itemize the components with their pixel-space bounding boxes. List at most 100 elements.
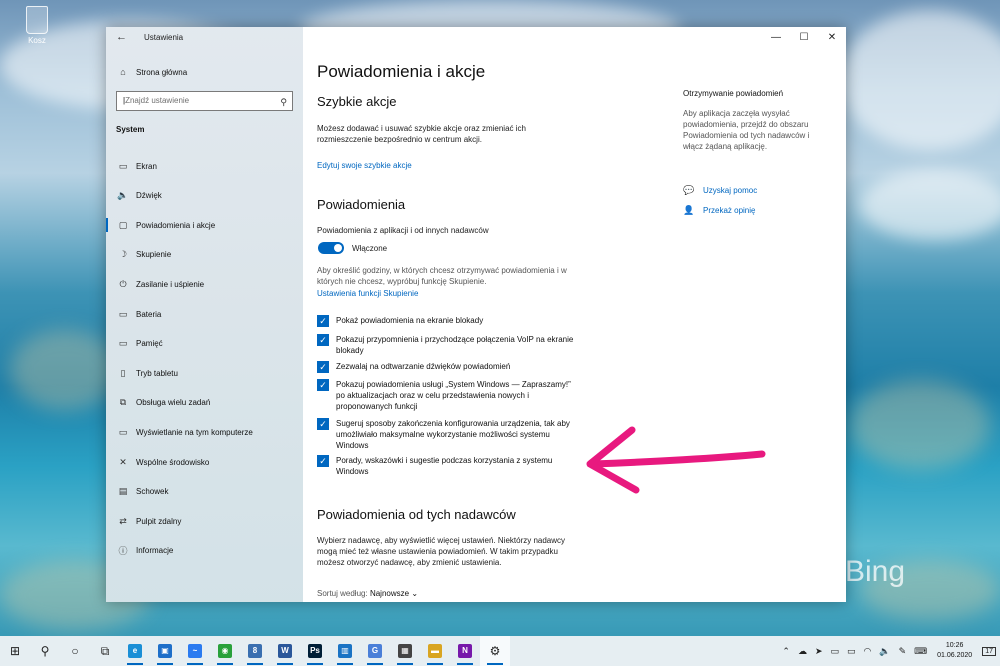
checkbox-label-6: Porady, wskazówki i sugestie podczas kor…: [336, 455, 606, 477]
get-help-link[interactable]: 💬 Uzyskaj pomoc: [683, 185, 757, 196]
related-text-2: powiadomienia, przejdź do obszaru: [683, 120, 809, 129]
monitor-icon: ▭: [118, 160, 128, 171]
taskbar-settings-button[interactable]: ⚙: [480, 636, 510, 666]
checkbox-3[interactable]: ✓: [317, 361, 329, 373]
sidebar-item-11[interactable]: ✕ Wspólne środowisko: [106, 451, 303, 473]
phone-icon: 8: [248, 644, 262, 658]
taskbar-phone-button[interactable]: 8: [240, 636, 270, 666]
sidebar-item-13[interactable]: ⇄ Pulpit zdalny: [106, 510, 303, 532]
taskbar-task-view-button[interactable]: ⧉: [90, 636, 120, 666]
taskbar-photoshop-button[interactable]: Ps: [300, 636, 330, 666]
photoshop-icon: Ps: [308, 644, 322, 658]
telegram-icon[interactable]: ➤: [815, 646, 823, 657]
checkbox-6[interactable]: ✓: [317, 455, 329, 467]
settings-icon: ⚙: [489, 644, 501, 658]
tablet-icon: ▯: [120, 367, 126, 378]
chevron-down-icon: ⌄: [411, 589, 419, 598]
taskbar-onenote-button[interactable]: N: [450, 636, 480, 666]
explorer-icon: ▬: [428, 644, 442, 658]
recycle-bin-desktop-icon[interactable]: Kosz: [20, 6, 54, 45]
taskbar-planner-button[interactable]: ▥: [330, 636, 360, 666]
sidebar-item-14[interactable]: ⓘ Informacje: [106, 540, 303, 562]
focus-assist-text-2: których nie chcesz, wypróbuj funkcję Sku…: [317, 277, 487, 286]
sidebar-item-8[interactable]: ▯ Tryb tabletu: [106, 362, 303, 384]
checkbox-label-line: umożliwiało maksymalne wykorzystanie moż…: [336, 430, 550, 439]
sort-label-text: Sortuj według:: [317, 589, 368, 598]
recycle-bin-label: Kosz: [28, 36, 46, 45]
checkbox-5[interactable]: ✓: [317, 418, 329, 430]
sidebar-item-7[interactable]: ▭ Pamięć: [106, 333, 303, 355]
taskbar-cortana-button[interactable]: ○: [60, 636, 90, 666]
volume-icon[interactable]: 🔈: [879, 646, 890, 657]
clock-time: 10:26: [945, 642, 964, 649]
sidebar-item-5[interactable]: ⏻ Zasilanie i uśpienie: [106, 273, 303, 295]
sidebar-item-label: Strona główna: [136, 67, 188, 77]
running-indicator: [157, 663, 173, 665]
back-arrow-icon[interactable]: ←: [116, 31, 127, 43]
keyboard-icon[interactable]: ⌨: [914, 646, 927, 657]
sidebar-item-label: Wyświetlanie na tym komputerze: [136, 427, 253, 437]
edge-icon: e: [128, 644, 142, 658]
taskbar-calculator-button[interactable]: ▦: [390, 636, 420, 666]
sidebar-item-9[interactable]: ⧉ Obsługa wielu zadań: [106, 392, 303, 414]
taskbar-chrome-button[interactable]: ◉: [210, 636, 240, 666]
word-icon: W: [278, 644, 292, 658]
checkbox-4[interactable]: ✓: [317, 379, 329, 391]
sidebar-item-10[interactable]: ▭ Wyświetlanie na tym komputerze: [106, 421, 303, 443]
notification-icon: ▢: [118, 219, 128, 230]
checkbox-2[interactable]: ✓: [317, 334, 329, 346]
search-icon[interactable]: ⚲: [280, 93, 287, 111]
sidebar-item-2[interactable]: 🔈 Dźwięk: [106, 185, 303, 207]
onedrive-icon[interactable]: ☁: [798, 646, 807, 657]
taskbar-word-button[interactable]: W: [270, 636, 300, 666]
checkbox-label-5: Sugeruj sposoby zakończenia konfigurowan…: [336, 418, 606, 451]
checkbox-1[interactable]: ✓: [317, 315, 329, 327]
wifi-icon[interactable]: ◠: [864, 646, 872, 657]
sidebar-section-title: System: [116, 125, 145, 134]
chevron-up-icon[interactable]: ⌃: [782, 646, 790, 657]
checkbox-label-line: po aktualizacjach oraz w celu przedstawi…: [336, 391, 529, 400]
sidebar-item-4[interactable]: ☽ Skupienie: [106, 244, 303, 266]
sidebar-item-12[interactable]: ▤ Schowek: [106, 481, 303, 503]
notifications-toggle[interactable]: [318, 242, 344, 254]
checkbox-label-1: Pokaż powiadomienia na ekranie blokady: [336, 315, 606, 326]
taskbar-search-button[interactable]: ⚲: [30, 636, 60, 666]
taskbar-photos-button[interactable]: ▣: [150, 636, 180, 666]
action-center-icon[interactable]: 17: [982, 646, 996, 656]
running-indicator: [427, 663, 443, 665]
checkbox-label-line: Windows: [336, 467, 369, 476]
sidebar-item-label: Wspólne środowisko: [136, 457, 210, 467]
remote-desktop-icon: ⇄: [119, 515, 127, 526]
moon-icon: ☽: [118, 249, 128, 260]
chrome-icon: ◉: [218, 644, 232, 658]
sidebar-item-6[interactable]: ▭ Bateria: [106, 303, 303, 325]
window-title: Ustawienia: [144, 33, 184, 42]
edit-quick-actions-link[interactable]: Edytuj swoje szybkie akcje: [317, 160, 412, 171]
taskbar-edge-button[interactable]: e: [120, 636, 150, 666]
battery-tray-icon[interactable]: ▭: [847, 646, 856, 657]
sidebar-item-1[interactable]: ▭ Ekran: [106, 155, 303, 177]
pen-icon[interactable]: ✎: [899, 646, 907, 657]
running-indicator: [247, 663, 263, 665]
taskbar-start-button[interactable]: ⊞: [0, 636, 30, 666]
give-feedback-link[interactable]: 👤 Przekaż opinię: [683, 205, 755, 216]
clock[interactable]: 10:26 01.06.2020: [937, 641, 972, 661]
taskbar-messenger-button[interactable]: ~: [180, 636, 210, 666]
network-icon[interactable]: ▭: [831, 646, 840, 657]
settings-window: ← Ustawienia ⌂ Strona główna |Znajdź ust…: [106, 27, 846, 602]
sidebar-item-home[interactable]: ⌂ Strona główna: [106, 61, 303, 83]
focus-assist-settings-link[interactable]: Ustawienia funkcji Skupienie: [317, 288, 418, 299]
speaker-icon: 🔈: [117, 190, 129, 201]
running-indicator: [187, 663, 203, 665]
sidebar-item-3[interactable]: ▢ Powiadomienia i akcje: [106, 214, 303, 236]
sort-dropdown[interactable]: Najnowsze ⌄: [370, 589, 418, 598]
search-input[interactable]: |Znajdź ustawienie ⚲: [116, 91, 293, 111]
taskbar-explorer-button[interactable]: ▬: [420, 636, 450, 666]
taskbar-apps: ⊞ ⚲ ○ ⧉ e ▣ ~ ◉ 8 W Ps ▥ G ▦ ▬ N ⚙: [0, 636, 510, 666]
running-indicator: [487, 663, 503, 665]
checkbox-label-line: Windows: [336, 441, 369, 450]
task-view-icon: ⧉: [100, 643, 110, 658]
notifications-from-apps-label: Powiadomienia z aplikacji i od innych na…: [317, 226, 489, 235]
sidebar-item-label: Powiadomienia i akcje: [136, 220, 216, 230]
taskbar-translator-button[interactable]: G: [360, 636, 390, 666]
